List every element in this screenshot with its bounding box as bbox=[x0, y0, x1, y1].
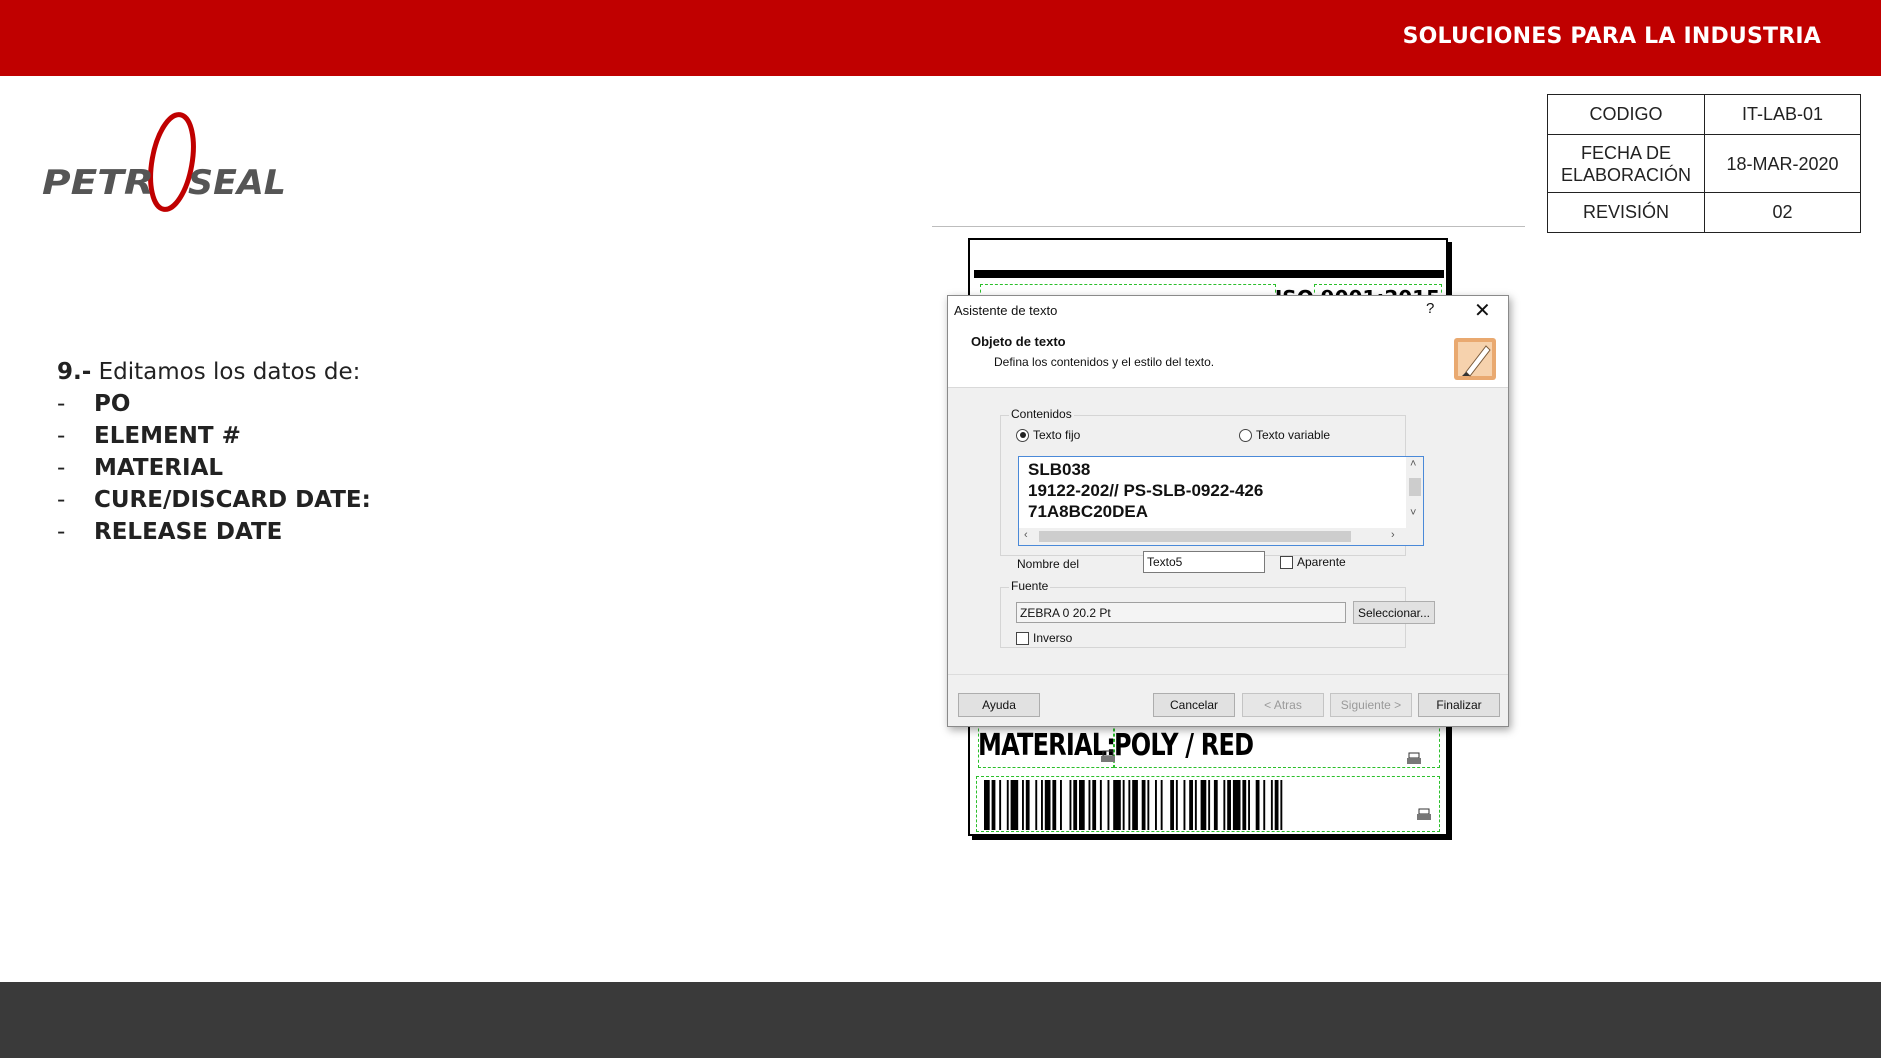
scroll-right-icon[interactable]: › bbox=[1391, 529, 1395, 541]
list-item: - ELEMENT # bbox=[57, 420, 371, 452]
label-top-rule bbox=[974, 270, 1444, 278]
list-item-label: RELEASE DATE bbox=[94, 519, 283, 545]
fecha-label: FECHA DE ELABORACIÓN bbox=[1547, 134, 1705, 193]
back-button[interactable]: < Atras bbox=[1242, 693, 1324, 717]
footer-band bbox=[0, 982, 1881, 1058]
list-item: - PO bbox=[57, 388, 371, 420]
fecha-value: 18-MAR-2020 bbox=[1704, 134, 1861, 193]
radio-fixed-text[interactable]: Texto fijo bbox=[1016, 428, 1080, 442]
contents-textarea[interactable]: SLB038 19122-202// PS-SLB-0922-426 71A8B… bbox=[1018, 456, 1424, 546]
step-intro: 9.- Editamos los datos de: bbox=[57, 356, 371, 388]
dialog-footer-divider bbox=[948, 674, 1508, 675]
inverse-label: Inverso bbox=[1033, 631, 1073, 645]
horizontal-scrollbar[interactable]: ‹ › bbox=[1019, 528, 1423, 545]
document-info-table: CODIGO IT-LAB-01 FECHA DE ELABORACIÓN 18… bbox=[1547, 94, 1861, 233]
dialog-header: Objeto de texto Defina los contenidos y … bbox=[948, 326, 1508, 388]
codigo-label: CODIGO bbox=[1547, 94, 1705, 135]
select-font-button[interactable]: Seleccionar... bbox=[1353, 601, 1435, 624]
label-material-value: POLY / RED bbox=[1114, 728, 1254, 763]
scroll-up-icon[interactable]: ˄ bbox=[1410, 458, 1416, 470]
textarea-line: 19122-202// PS-SLB-0922-426 bbox=[1028, 481, 1264, 500]
printer-icon bbox=[1417, 808, 1431, 820]
list-item-label: ELEMENT # bbox=[94, 423, 241, 449]
radio-variable-label: Texto variable bbox=[1256, 428, 1331, 442]
vertical-scrollbar[interactable]: ˄ ˅ bbox=[1406, 457, 1423, 529]
list-item-label: CURE/DISCARD DATE: bbox=[94, 487, 371, 513]
list-item: - MATERIAL bbox=[57, 452, 371, 484]
label-field-outline bbox=[976, 776, 1440, 832]
revision-value: 02 bbox=[1704, 192, 1861, 233]
font-group: Fuente ZEBRA 0 20.2 Pt Seleccionar... In… bbox=[1000, 579, 1435, 648]
scroll-left-icon[interactable]: ‹ bbox=[1024, 529, 1028, 541]
radio-unselected-icon[interactable] bbox=[1239, 428, 1252, 442]
dialog-heading: Objeto de texto bbox=[971, 334, 1066, 349]
radio-selected-icon[interactable] bbox=[1016, 428, 1029, 442]
checkbox-box[interactable] bbox=[1016, 631, 1029, 645]
step-number: 9.- bbox=[57, 359, 92, 385]
name-label: Nombre del bbox=[1017, 557, 1080, 571]
step-intro-text: Editamos los datos de: bbox=[91, 359, 361, 385]
scrollbar-thumb[interactable] bbox=[1039, 531, 1351, 542]
revision-label: REVISIÓN bbox=[1547, 192, 1705, 233]
dialog-titlebar: Asistente de texto ? ✕ bbox=[948, 296, 1508, 326]
header-divider bbox=[932, 226, 1525, 227]
name-input[interactable]: Texto5 bbox=[1143, 551, 1265, 573]
scrollbar-thumb[interactable] bbox=[1409, 478, 1421, 496]
list-item: - RELEASE DATE bbox=[57, 516, 371, 548]
list-item-label: MATERIAL bbox=[94, 455, 224, 481]
contents-legend: Contenidos bbox=[1009, 407, 1074, 421]
radio-variable-text[interactable]: Texto variable bbox=[1239, 428, 1330, 442]
logo-text-left: PETR bbox=[42, 163, 154, 203]
list-item-label: PO bbox=[94, 391, 131, 417]
wizard-pen-icon bbox=[1454, 338, 1496, 380]
dialog-subheading: Defina los contenidos y el estilo del te… bbox=[994, 355, 1215, 369]
next-button[interactable]: Siguiente > bbox=[1330, 693, 1412, 717]
codigo-value: IT-LAB-01 bbox=[1704, 94, 1861, 135]
inverse-checkbox[interactable]: Inverso bbox=[1016, 631, 1072, 645]
fecha-label-line2: ELABORACIÓN bbox=[1560, 164, 1692, 185]
scroll-down-icon[interactable]: ˅ bbox=[1410, 507, 1416, 519]
list-item: - CURE/DISCARD DATE: bbox=[57, 484, 371, 516]
contents-group: Contenidos Texto fijo Texto variable SLB… bbox=[1000, 407, 1424, 573]
apparent-checkbox[interactable]: Aparente bbox=[1280, 555, 1346, 569]
dialog-title: Asistente de texto bbox=[954, 303, 1058, 318]
checkbox-box[interactable] bbox=[1280, 555, 1293, 569]
header-band: SOLUCIONES PARA LA INDUSTRIA bbox=[0, 0, 1881, 76]
help-icon[interactable]: ? bbox=[1426, 300, 1434, 317]
font-legend: Fuente bbox=[1009, 579, 1051, 593]
finish-button[interactable]: Finalizar bbox=[1418, 693, 1500, 717]
help-button[interactable]: Ayuda bbox=[958, 693, 1040, 717]
instruction-steps: 9.- Editamos los datos de: - PO - ELEMENT … bbox=[57, 356, 371, 548]
textarea-line: 71A8BC20DEA bbox=[1028, 502, 1148, 521]
apparent-label: Aparente bbox=[1297, 555, 1346, 569]
petroseal-logo: PETR SEAL bbox=[42, 112, 286, 212]
text-wizard-dialog: Asistente de texto ? ✕ Objeto de texto D… bbox=[947, 295, 1509, 727]
printer-icon bbox=[1407, 752, 1421, 764]
logo-text-right: SEAL bbox=[188, 163, 286, 203]
close-icon[interactable]: ✕ bbox=[1474, 298, 1491, 323]
label-material-key: MATERIAL: bbox=[978, 728, 1116, 763]
fecha-label-line1: FECHA DE bbox=[1580, 142, 1672, 163]
printer-icon bbox=[1101, 750, 1115, 762]
textarea-line: SLB038 bbox=[1028, 460, 1091, 479]
cancel-button[interactable]: Cancelar bbox=[1153, 693, 1235, 717]
font-field[interactable]: ZEBRA 0 20.2 Pt bbox=[1016, 602, 1346, 623]
header-tagline: SOLUCIONES PARA LA INDUSTRIA bbox=[1402, 24, 1821, 49]
radio-fixed-label: Texto fijo bbox=[1033, 428, 1081, 442]
